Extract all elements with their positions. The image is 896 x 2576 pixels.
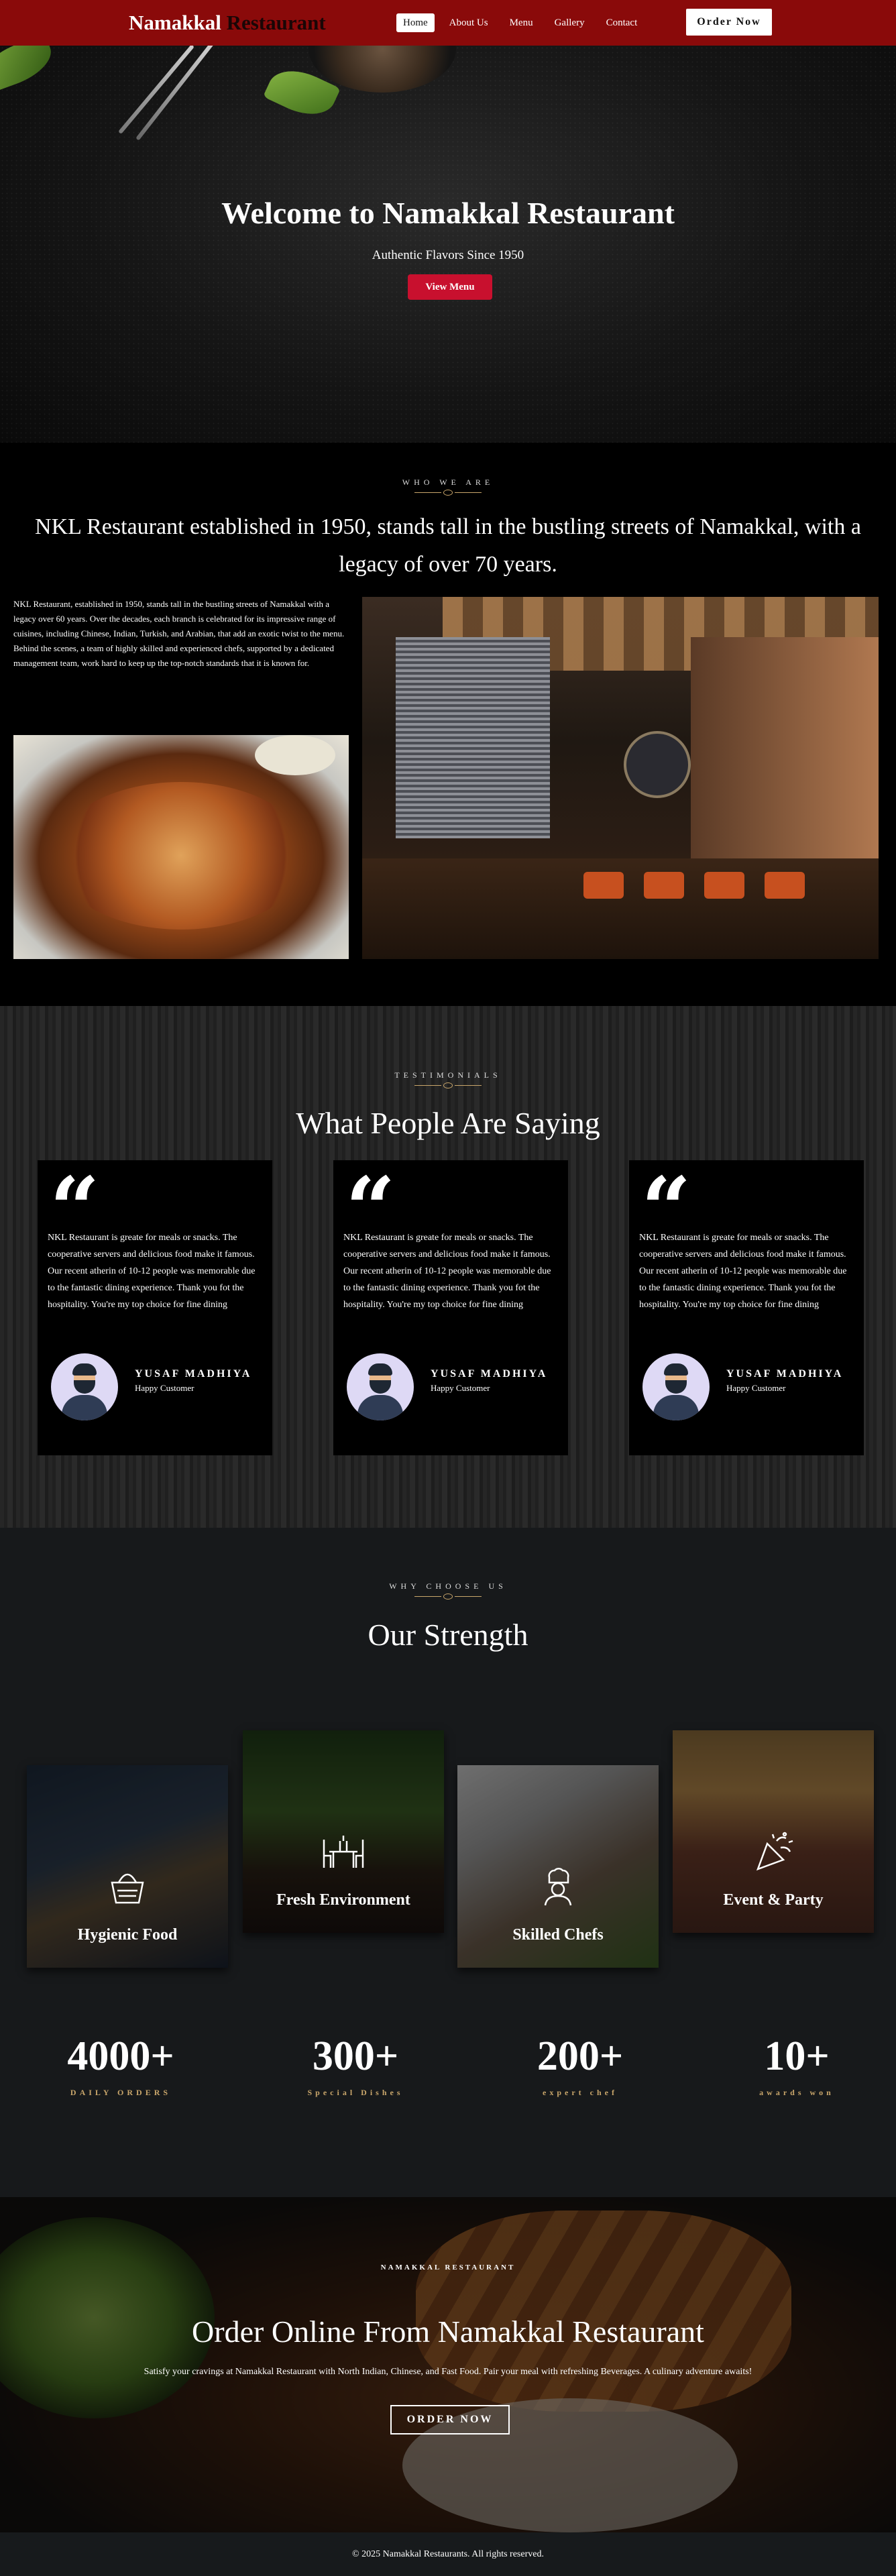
avatar [347,1353,414,1420]
biryani-image [13,735,349,959]
stat-number: 200+ [537,2033,624,2079]
order-subtitle: Satisfy your cravings at Namakkal Restau… [144,2367,752,2377]
testimonial-card: “ NKL Restaurant is greate for meals or … [38,1160,272,1455]
hero-title: Welcome to Namakkal Restaurant [221,196,675,230]
testimonial-card: “ NKL Restaurant is greate for meals or … [333,1160,568,1455]
tile-label: Fresh Environment [276,1891,410,1909]
stat-number: 10+ [764,2033,830,2079]
navbar: Namakkal Restaurant Home About Us Menu G… [0,0,896,46]
strength-tile-skilled-chefs: Skilled Chefs [457,1765,659,1968]
testimonials-eyebrow: TESTIMONIALS [394,1070,502,1080]
testimonial-card: “ NKL Restaurant is greate for meals or … [629,1160,864,1455]
brand-name-part1: Namakkal [129,11,221,34]
testimonial-text: NKL Restaurant is greate for meals or sn… [48,1233,256,1310]
testimonials-title: What People Are Saying [296,1106,600,1140]
about-text: NKL Restaurant, established in 1950, sta… [13,597,349,671]
about-section: WHO WE ARE NKL Restaurant established in… [0,443,896,1006]
hero-section: Welcome to Namakkal Restaurant Authentic… [0,46,896,443]
customer-name: YUSAF MADHIYA [135,1368,252,1380]
stat-special-dishes: 300+ Special Dishes [275,2033,436,2098]
nav-links: Home About Us Menu Gallery Contact [396,13,644,32]
nav-link-home[interactable]: Home [396,13,435,32]
about-paragraph-1: NKL Restaurant, established in 1950, sta… [13,599,345,638]
stat-awards-won: 10+ awards won [716,2033,877,2098]
about-headline: NKL Restaurant established in 1950, stan… [35,514,861,577]
strength-tile-hygienic-food: Hygienic Food [27,1765,228,1968]
testimonials-section: TESTIMONIALS What People Are Saying “ NK… [0,1006,896,1528]
customer-name: YUSAF MADHIYA [431,1368,548,1380]
view-menu-button[interactable]: View Menu [408,274,492,300]
chef-icon [544,1868,572,1906]
strength-section: WHY CHOOSE US Our Strength Hygienic Food… [0,1528,896,2197]
strength-title: Our Strength [368,1618,528,1652]
order-title: Order Online From Namakkal Restaurant [192,2314,704,2349]
customer-name: YUSAF MADHIYA [726,1368,844,1380]
dining-room-image [362,597,879,959]
strength-tile-fresh-environment: Fresh Environment [243,1730,444,1933]
nav-link-gallery[interactable]: Gallery [548,13,592,32]
order-now-cta-button[interactable]: ORDER NOW [390,2405,510,2434]
dining-table-icon [323,1836,364,1868]
avatar [51,1353,118,1420]
brand-logo[interactable]: Namakkal Restaurant [129,11,326,35]
testimonial-text: NKL Restaurant is greate for meals or sn… [639,1233,847,1310]
stat-daily-orders: 4000+ DAILY ORDERS [40,2033,201,2098]
customer-role: Happy Customer [431,1383,490,1393]
tile-label: Event & Party [723,1891,824,1909]
gold-divider [414,1593,482,1600]
hero-background-texture [0,46,896,443]
order-online-section: NAMAKKAL RESTAURANT Order Online From Na… [0,2197,896,2532]
copyright-text: © 2025 Namakkal Restaurants. All rights … [352,2549,544,2559]
food-basket-icon [111,1873,144,1904]
tile-label: Hygienic Food [77,1926,178,1944]
footer: © 2025 Namakkal Restaurants. All rights … [0,2532,896,2576]
stat-label: DAILY ORDERS [70,2088,172,2097]
stat-expert-chef: 200+ expert chef [500,2033,661,2098]
strength-eyebrow: WHY CHOOSE US [389,1581,507,1591]
about-paragraph-2: Behind the scenes, a team of highly skil… [13,643,334,668]
order-now-button[interactable]: Order Now [686,9,772,36]
customer-role: Happy Customer [135,1383,194,1393]
gold-divider [414,490,482,496]
stat-number: 300+ [312,2033,399,2079]
stat-number: 4000+ [67,2033,174,2079]
customer-role: Happy Customer [726,1383,786,1393]
brand-name-part2: Restaurant [221,11,326,34]
stat-label: awards won [759,2088,834,2097]
about-eyebrow: WHO WE ARE [402,478,494,487]
avatar [642,1353,710,1420]
nav-link-contact[interactable]: Contact [600,13,645,32]
hero-subtitle: Authentic Flavors Since 1950 [372,248,524,262]
nav-link-about[interactable]: About Us [443,13,495,32]
testimonial-text: NKL Restaurant is greate for meals or sn… [343,1233,551,1310]
nav-link-menu[interactable]: Menu [503,13,540,32]
order-eyebrow: NAMAKKAL RESTAURANT [380,2263,516,2272]
stat-label: Special Dishes [307,2088,404,2097]
strength-tile-event-party: Event & Party [673,1730,874,1933]
gold-divider [414,1082,482,1089]
tile-label: Skilled Chefs [512,1926,604,1944]
stat-label: expert chef [543,2088,618,2097]
party-popper-icon [756,1832,793,1871]
